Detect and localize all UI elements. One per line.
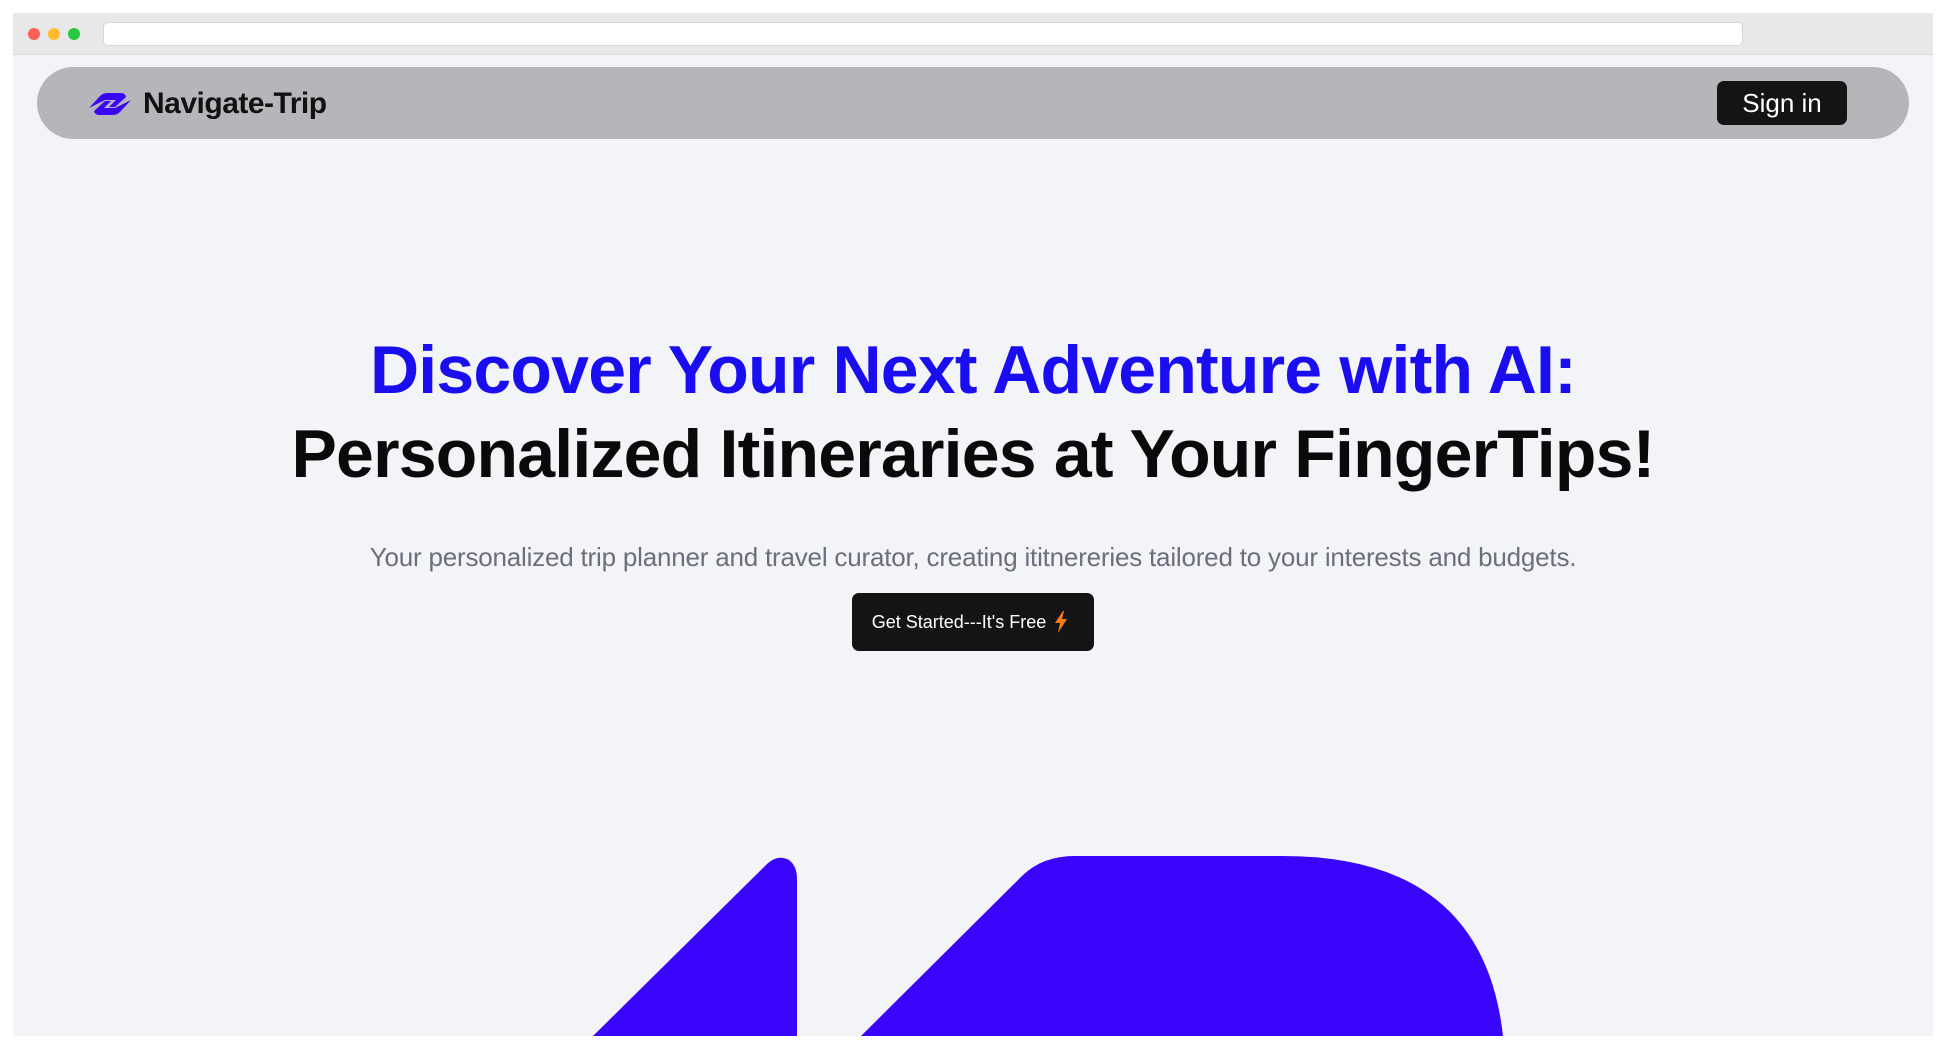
hero-section: Discover Your Next Adventure with AI: Pe…: [13, 328, 1933, 651]
sign-in-button[interactable]: Sign in: [1717, 81, 1847, 125]
hero-art-left-shape: [593, 857, 797, 1036]
top-navbar: Navigate-Trip Sign in: [37, 67, 1909, 139]
minimize-window-button[interactable]: [48, 28, 60, 40]
hero-art-right-shape: [861, 856, 1503, 1036]
hero-headline-line2: Personalized Itineraries at Your FingerT…: [291, 416, 1656, 492]
get-started-button[interactable]: Get Started---It's Free: [851, 593, 1095, 651]
maximize-window-button[interactable]: [68, 28, 80, 40]
navigate-trip-logo-icon: [89, 93, 131, 115]
brand-logo[interactable]: Navigate-Trip: [85, 87, 327, 121]
browser-chrome: [13, 13, 1933, 55]
browser-window: Navigate-Trip Sign in Discover Your Next…: [13, 13, 1933, 1036]
address-bar[interactable]: [103, 22, 1743, 46]
hero-headline: Discover Your Next Adventure with AI: Pe…: [13, 328, 1933, 496]
lightning-bolt-icon: [1055, 611, 1068, 633]
hero-headline-line1: Discover Your Next Adventure with AI:: [370, 332, 1577, 408]
hero-subtitle: Your personalized trip planner and trave…: [369, 542, 1577, 572]
close-window-button[interactable]: [28, 28, 40, 40]
brand-name: Navigate-Trip: [143, 87, 327, 120]
get-started-label: Get Started---It's Free: [871, 611, 1047, 632]
